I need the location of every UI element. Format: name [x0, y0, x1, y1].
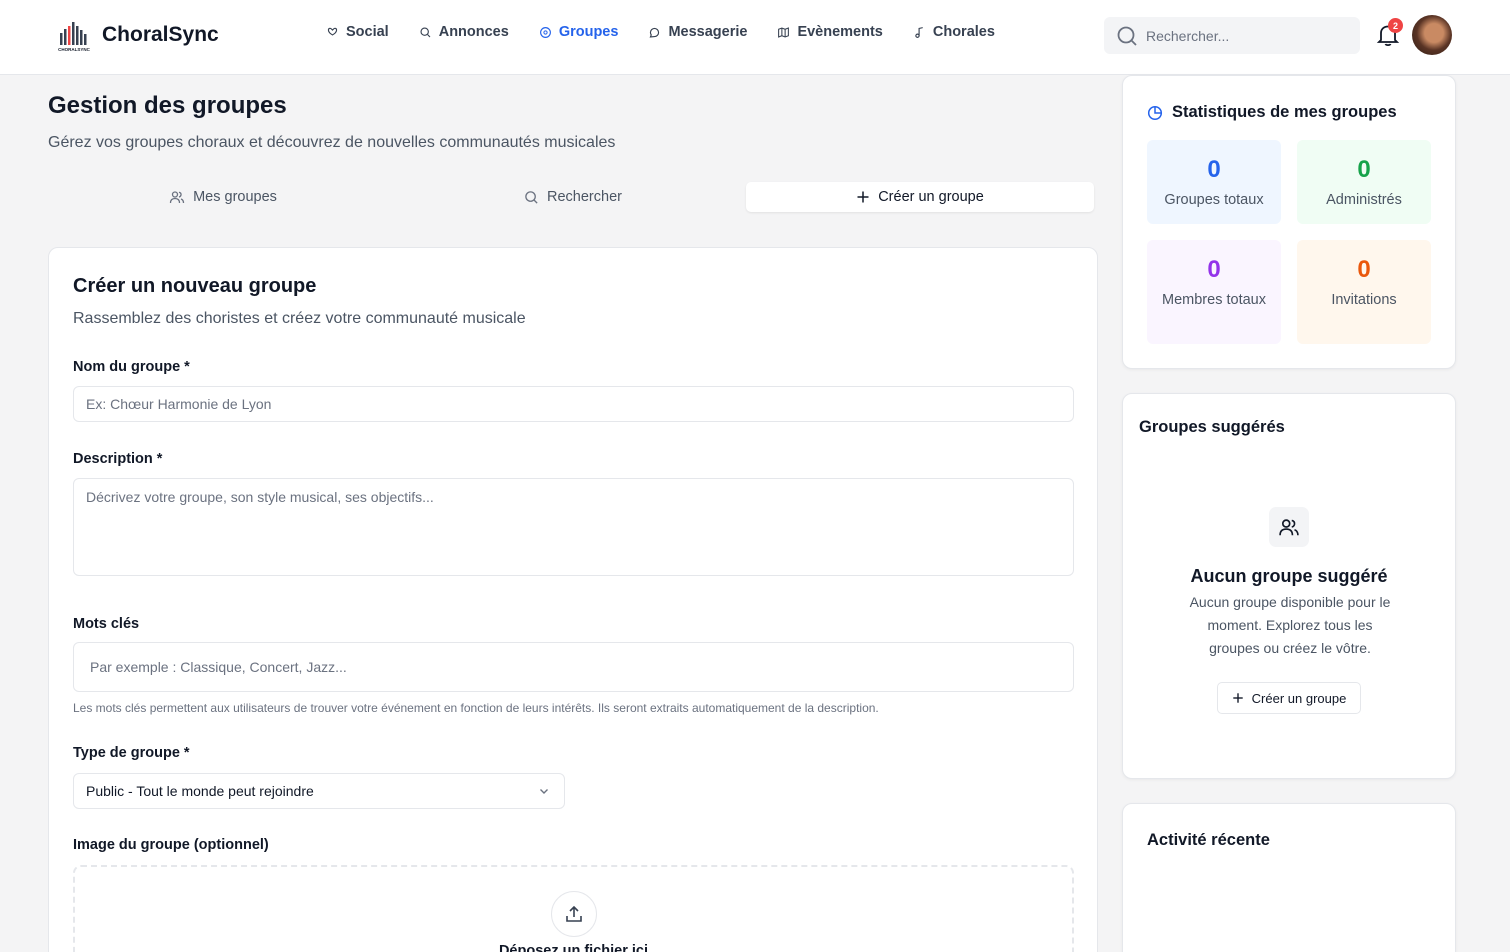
stat-value: 0 — [1357, 156, 1371, 183]
recent-activity-card: Activité récente — [1122, 803, 1456, 952]
page-title: Gestion des groupes — [48, 92, 287, 119]
stat-membres-totaux: 0 Membres totaux — [1147, 240, 1281, 344]
create-group-form: Créer un nouveau groupe Rassemblez des c… — [48, 247, 1098, 952]
nav-item-social[interactable]: Social — [326, 24, 389, 40]
group-tabs: Mes groupes Rechercher Créer un groupe — [48, 178, 1098, 216]
stat-invitations: 0 Invitations — [1297, 240, 1431, 344]
form-title: Créer un nouveau groupe — [73, 275, 317, 297]
empty-state-title: Aucun groupe suggéré — [1190, 566, 1388, 586]
search-icon — [420, 26, 431, 37]
suggested-groups-card: Groupes suggérés Aucun groupe suggéré Au… — [1122, 393, 1456, 779]
dropzone-text: Déposez un fichier ici — [498, 943, 649, 952]
logo-wordmark: CHORALSYNC — [58, 47, 91, 52]
nav-label: Annonces — [438, 24, 509, 40]
plus-icon — [1232, 693, 1243, 703]
group-name-input[interactable] — [73, 386, 1074, 422]
search-input[interactable] — [1146, 27, 1346, 44]
brand-name: ChoralSync — [102, 23, 219, 46]
stats-title-text: Statistiques de mes groupes — [1172, 103, 1397, 121]
nav-label: Chorales — [932, 24, 995, 40]
brand[interactable]: CHORALSYNC ChoralSync — [56, 16, 219, 54]
nav-item-chorales[interactable]: Chorales — [913, 24, 995, 40]
button-label: Créer un groupe — [1251, 690, 1347, 706]
stat-label: Membres totaux — [1162, 292, 1266, 308]
activity-title: Activité récente — [1147, 831, 1270, 849]
page-subtitle: Gérez vos groupes choraux et découvrez d… — [48, 134, 616, 151]
tab-label: Créer un groupe — [878, 189, 984, 205]
search-icon — [525, 190, 538, 204]
nav-label: Messagerie — [668, 24, 748, 40]
empty-state-text: Aucun groupe disponible pour le moment. … — [1189, 594, 1391, 656]
nav-label: Groupes — [558, 24, 619, 40]
tab-creer-un-groupe[interactable]: Créer un groupe — [746, 182, 1094, 212]
stats-title: Statistiques de mes groupes — [1147, 103, 1397, 122]
description-textarea[interactable] — [73, 478, 1074, 576]
stat-value: 0 — [1207, 256, 1221, 283]
main-nav: Social Annonces Groupes Messagerie Evène… — [326, 24, 995, 40]
group-type-label: Type de groupe * — [73, 745, 190, 761]
chevron-down-icon — [540, 789, 548, 794]
nav-item-annonces[interactable]: Annonces — [419, 24, 509, 40]
plus-icon — [857, 191, 869, 203]
tab-label: Rechercher — [547, 189, 622, 205]
search-icon — [1117, 26, 1137, 46]
suggested-title: Groupes suggérés — [1139, 418, 1285, 436]
nav-label: Social — [346, 24, 389, 40]
stat-groupes-totaux: 0 Groupes totaux — [1147, 140, 1281, 224]
users-icon — [169, 191, 185, 204]
keywords-label: Mots clés — [73, 616, 140, 632]
choralsync-logo-icon: CHORALSYNC — [56, 17, 92, 53]
create-group-button[interactable]: Créer un groupe — [1217, 682, 1361, 714]
stat-value: 0 — [1357, 256, 1371, 283]
stat-label: Invitations — [1331, 292, 1397, 308]
avatar[interactable] — [1412, 15, 1452, 55]
users-icon — [1269, 507, 1309, 547]
group-type-select[interactable]: Public - Tout le monde peut rejoindre — [73, 773, 565, 809]
stat-value: 0 — [1207, 156, 1221, 183]
nav-item-groupes[interactable]: Groupes — [539, 24, 619, 40]
group-image-label: Image du groupe (optionnel) — [73, 837, 269, 853]
stat-administres: 0 Administrés — [1297, 140, 1431, 224]
group-type-value: Public - Tout le monde peut rejoindre — [86, 783, 314, 799]
group-stats-card: Statistiques de mes groupes 0 Groupes to… — [1122, 75, 1456, 369]
keywords-hint: Les mots clés permettent aux utilisateur… — [73, 701, 879, 715]
nav-item-evenements[interactable]: Evènements — [777, 24, 883, 40]
top-navigation-bar: CHORALSYNC ChoralSync Social Annonces Gr… — [0, 0, 1510, 75]
tab-mes-groupes[interactable]: Mes groupes — [48, 182, 398, 212]
map-icon — [778, 26, 790, 38]
global-search[interactable] — [1104, 17, 1360, 54]
notification-badge: 2 — [1388, 18, 1403, 33]
chat-icon — [649, 27, 660, 38]
keywords-input[interactable] — [73, 642, 1074, 692]
nav-item-messagerie[interactable]: Messagerie — [648, 24, 747, 40]
music-note-icon — [915, 26, 923, 38]
group-name-label: Nom du groupe * — [73, 359, 190, 375]
heart-hand-icon — [327, 27, 338, 36]
image-dropzone[interactable]: Déposez un fichier ici — [73, 865, 1074, 952]
nav-label: Evènements — [797, 24, 883, 40]
upload-button[interactable] — [551, 891, 597, 937]
stat-label: Administrés — [1326, 192, 1402, 208]
tab-label: Mes groupes — [193, 189, 277, 205]
pie-chart-icon — [1147, 105, 1163, 120]
tab-rechercher[interactable]: Rechercher — [398, 182, 748, 212]
stat-label: Groupes totaux — [1164, 192, 1264, 208]
globe-icon — [539, 26, 551, 38]
description-label: Description * — [73, 451, 163, 467]
form-subtitle: Rassemblez des choristes et créez votre … — [73, 310, 526, 327]
upload-icon — [566, 905, 582, 922]
